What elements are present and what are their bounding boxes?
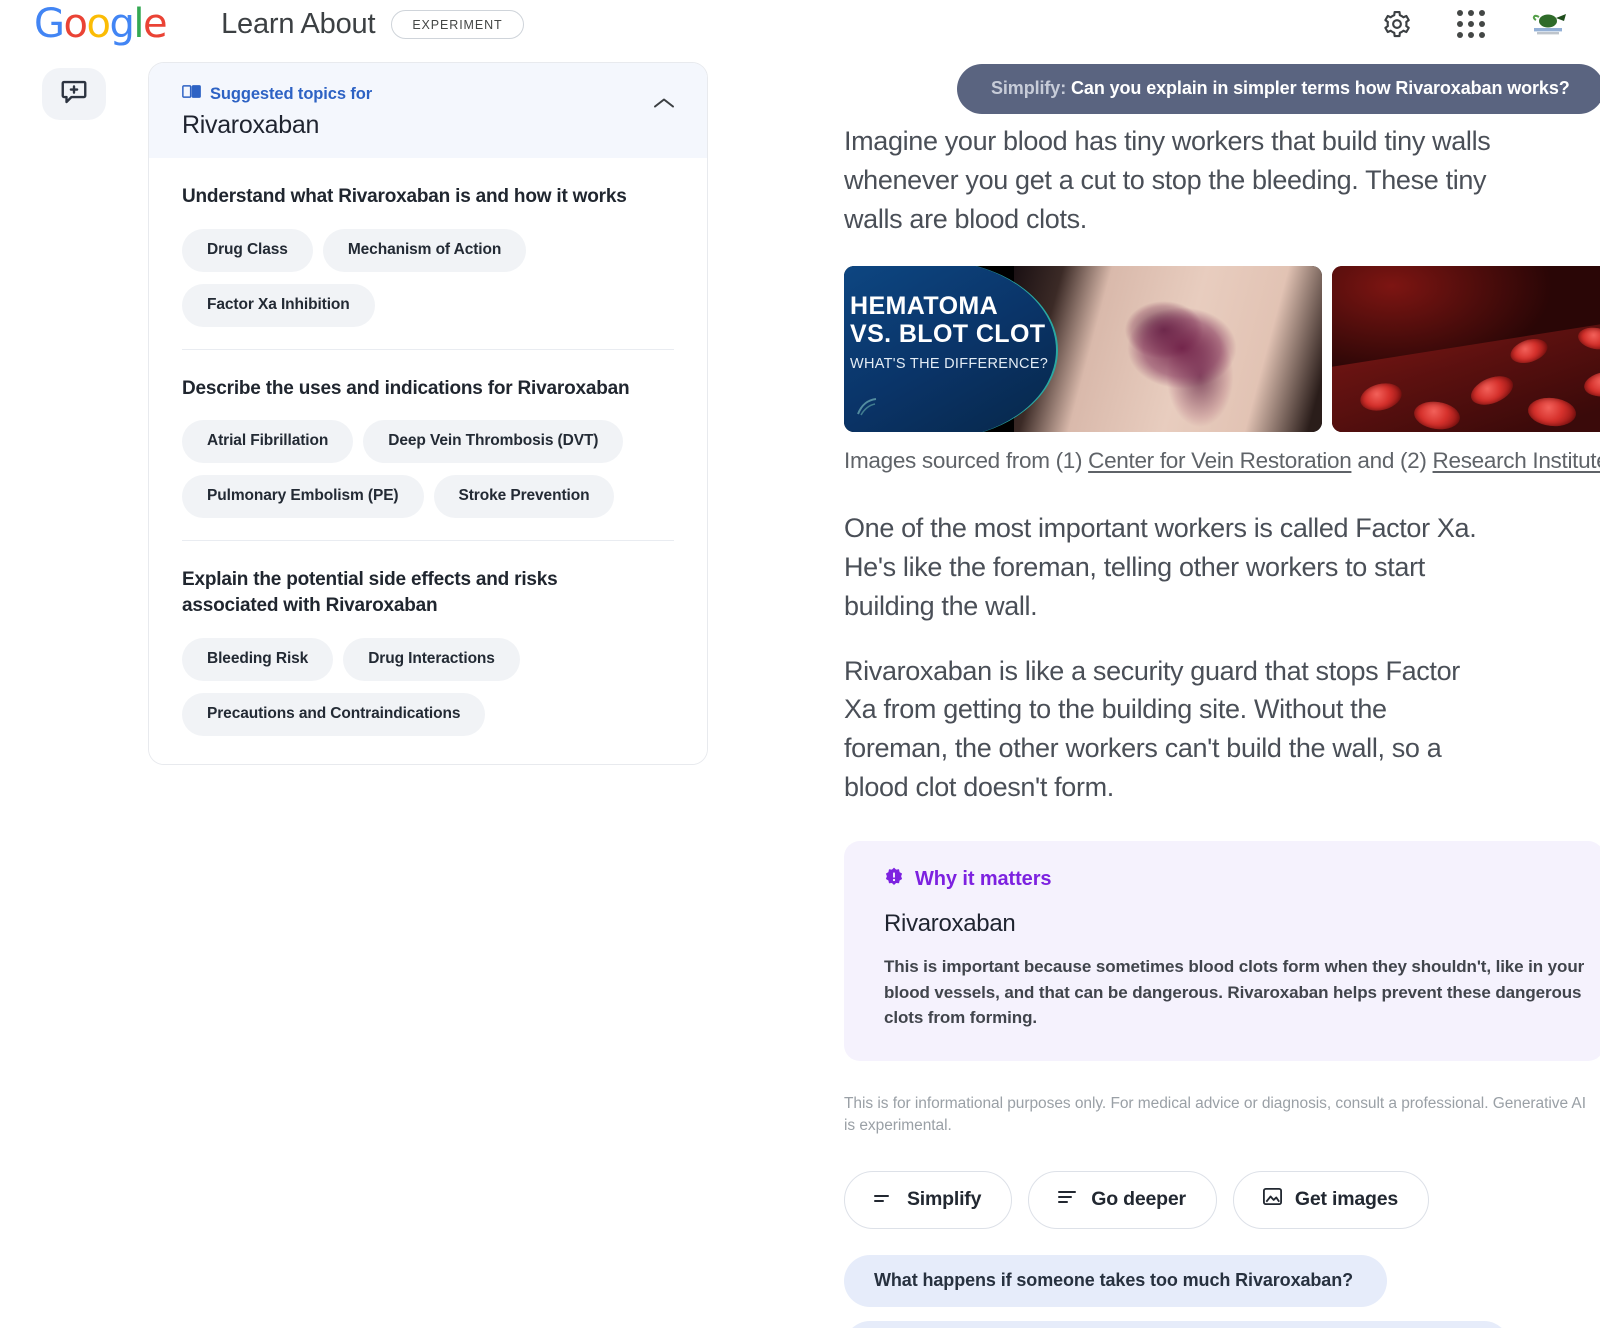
why-it-matters-card: Why it matters Rivaroxaban This is impor…	[844, 841, 1600, 1061]
answer-paragraph: Imagine your blood has tiny workers that…	[844, 126, 1491, 234]
image-credit-link-1[interactable]: Center for Vein Restoration	[1088, 448, 1352, 473]
thumbnail-watermark-icon	[857, 397, 877, 416]
suggested-topics-eyebrow-label: Suggested topics for	[210, 84, 373, 103]
topic-chip[interactable]: Atrial Fibrillation	[182, 420, 354, 464]
gear-icon[interactable]	[1380, 7, 1414, 41]
topic-chip[interactable]: Drug Interactions	[343, 637, 520, 681]
topic-group-title: Explain the potential side effects and r…	[182, 569, 558, 616]
image-credit-prefix: Images sourced from (1)	[844, 447, 1089, 473]
go-deeper-button[interactable]: Go deeper	[1028, 1171, 1217, 1230]
get-images-label: Get images	[1294, 1188, 1399, 1211]
simplify-lines-icon	[873, 1188, 895, 1211]
user-message-bubble: Simplify: Can you explain in simpler ter…	[957, 64, 1600, 114]
open-book-icon	[182, 83, 201, 105]
header-actions	[1380, 7, 1568, 41]
answer-actions: Simplify Go deeper Get images	[844, 1171, 1600, 1230]
sparkle-badge-icon	[884, 867, 904, 892]
why-it-matters-label: Why it matters	[915, 868, 1052, 890]
suggested-topics-header-text: Suggested topics for Rivaroxaban	[182, 83, 651, 140]
thumbnail-headline-1: HEMATOMA	[850, 291, 999, 320]
topic-chip[interactable]: Drug Class	[182, 228, 313, 272]
suggested-topics-panel: Suggested topics for Rivaroxaban Underst…	[148, 62, 708, 765]
google-logo: Google	[34, 1, 168, 47]
simplify-button[interactable]: Simplify	[844, 1171, 1013, 1230]
topic-chip-list: Atrial Fibrillation Deep Vein Thrombosis…	[182, 420, 674, 519]
suggested-topics-body: Understand what Rivaroxaban is and how i…	[149, 158, 707, 764]
go-deeper-label: Go deeper	[1091, 1188, 1186, 1211]
thumbnail-subhead: WHAT'S THE DIFFERENCE?	[850, 355, 1049, 372]
simplify-label: Simplify	[907, 1188, 982, 1211]
image-credit: Images sourced from (1) Center for Vein …	[844, 446, 1600, 475]
chevron-up-icon[interactable]	[651, 95, 677, 116]
apps-grid-icon[interactable]	[1454, 7, 1488, 41]
new-chat-button[interactable]	[42, 68, 106, 120]
topic-group: Describe the uses and indications for Ri…	[182, 348, 674, 519]
topic-chip-list: Drug Class Mechanism of Action Factor Xa…	[182, 228, 674, 327]
disclaimer-text: This is for informational purposes only.…	[844, 1094, 1586, 1134]
thumbnail-headline-2: VS. BLOT CLOT	[850, 319, 1046, 348]
topic-chip[interactable]: Mechanism of Action	[322, 228, 527, 272]
avatar[interactable]	[1528, 10, 1568, 38]
answer-paragraph: Rivaroxaban is like a security guard tha…	[844, 655, 1460, 803]
get-images-button[interactable]: Get images	[1232, 1171, 1430, 1230]
answer-image-row: HEMATOMA VS. BLOT CLOT WHAT'S THE DIFFER…	[844, 265, 1600, 432]
topic-group-title: Understand what Rivaroxaban is and how i…	[182, 186, 627, 207]
red-blood-cells-clot-thumbnail[interactable]	[1332, 265, 1600, 432]
left-rail	[0, 48, 148, 1328]
why-it-matters-subject: Rivaroxaban	[884, 910, 1016, 937]
followup-question[interactable]: Are there any foods or drinks I should a…	[844, 1321, 1511, 1328]
suggested-topics-eyebrow: Suggested topics for	[182, 83, 651, 105]
topic-chip[interactable]: Pulmonary Embolism (PE)	[182, 475, 424, 519]
topic-chip[interactable]: Stroke Prevention	[433, 475, 615, 519]
image-credit-link-2[interactable]: Research Institute	[1433, 448, 1600, 473]
followup-question-list: What happens if someone takes too much R…	[844, 1255, 1600, 1328]
new-chat-bubble-plus-icon	[59, 77, 89, 112]
topic-chip-list: Bleeding Risk Drug Interactions Precauti…	[182, 637, 674, 736]
app-header: Google Learn About EXPERIMENT	[0, 0, 1600, 48]
go-deeper-lines-icon	[1057, 1188, 1079, 1211]
followup-question[interactable]: What happens if someone takes too much R…	[844, 1255, 1387, 1308]
page-title: Learn About	[221, 7, 376, 40]
why-it-matters-header: Why it matters	[884, 867, 1574, 892]
topic-group: Understand what Rivaroxaban is and how i…	[182, 158, 674, 327]
experiment-badge: EXPERIMENT	[391, 9, 524, 39]
assistant-answer: Imagine your blood has tiny workers that…	[844, 122, 1600, 1328]
topic-chip[interactable]: Bleeding Risk	[182, 637, 334, 681]
conversation-pane: Simplify: Can you explain in simpler ter…	[800, 48, 1600, 1328]
why-it-matters-body: This is important because sometimes bloo…	[884, 957, 1585, 1027]
topic-group-title: Describe the uses and indications for Ri…	[182, 377, 630, 399]
image-credit-mid: and (2)	[1351, 447, 1433, 473]
topic-chip[interactable]: Precautions and Contraindications	[182, 692, 486, 736]
topic-group: Explain the potential side effects and r…	[182, 540, 674, 736]
hematoma-vs-blood-clot-thumbnail[interactable]: HEMATOMA VS. BLOT CLOT WHAT'S THE DIFFER…	[844, 265, 1322, 432]
image-icon	[1262, 1186, 1283, 1213]
topic-chip[interactable]: Deep Vein Thrombosis (DVT)	[363, 420, 624, 464]
answer-paragraph: One of the most important workers is cal…	[844, 512, 1477, 621]
user-message-lead: Simplify:	[991, 78, 1067, 98]
topic-chip[interactable]: Factor Xa Inhibition	[182, 283, 375, 327]
suggested-topics-header[interactable]: Suggested topics for Rivaroxaban	[149, 63, 707, 158]
suggested-topics-subject: Rivaroxaban	[182, 111, 320, 139]
user-message-text: Can you explain in simpler terms how Riv…	[1066, 78, 1570, 98]
